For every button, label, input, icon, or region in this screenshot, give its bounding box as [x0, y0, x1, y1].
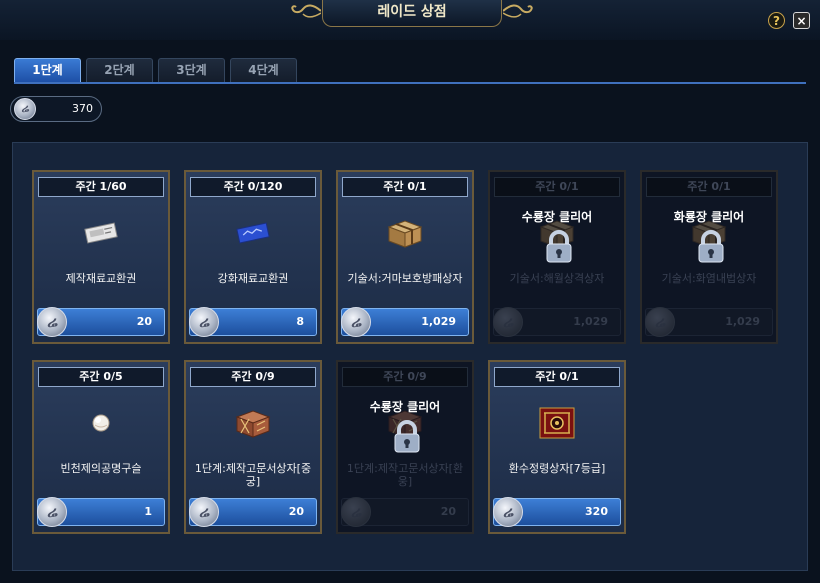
item-price: 1,029: [725, 315, 760, 328]
weekly-limit: 주간 0/1: [494, 177, 620, 197]
lock-icon: [696, 230, 726, 264]
ornament-right-icon: [503, 4, 533, 18]
raid-coin-icon: ሬ: [645, 307, 675, 337]
crate-icon: [235, 407, 271, 439]
title-plate: 레이드 상점: [291, 0, 533, 27]
weekly-limit: 주간 0/5: [38, 367, 164, 387]
shop-item-card[interactable]: 주간 0/5 빈천제의공명구슬 ሬ 1: [32, 360, 170, 534]
weekly-limit: 주간 0/1: [646, 177, 772, 197]
box-icon: [387, 217, 423, 249]
buy-button: ሬ 1,029: [493, 307, 621, 337]
buy-button[interactable]: ሬ1: [37, 497, 165, 527]
close-button[interactable]: ×: [793, 12, 810, 29]
raid-shop-window: 레이드 상점 ? × 1단계 2단계 3단계 4단계 ሬ 370 주간 1/60…: [0, 0, 820, 583]
item-name: 제작재료교환권: [65, 272, 137, 285]
unlock-requirement: 화룡장 클리어: [673, 210, 745, 224]
buy-button[interactable]: ሬ 320: [493, 497, 621, 527]
item-name: 빈천제의공명구슬: [60, 462, 142, 475]
item-price: 1,029: [573, 315, 608, 328]
raid-coin-icon: ሬ: [341, 497, 371, 527]
weekly-limit: 주간 0/9: [342, 367, 468, 387]
raid-coin-icon: ሬ: [493, 497, 523, 527]
currency-amount: 370: [72, 102, 93, 115]
item-name: 기술서:해월상격상자: [509, 272, 605, 285]
help-button[interactable]: ?: [768, 12, 785, 29]
weekly-limit: 주간 0/120: [190, 177, 316, 197]
raid-coin-icon: ሬ: [37, 497, 67, 527]
item-price: 1,029: [421, 315, 456, 328]
tab-underline: [14, 82, 806, 84]
blue-ticket-icon: [235, 217, 271, 249]
item-name: 기술서:거마보호방패상자: [347, 272, 463, 285]
tab-stage-3[interactable]: 3단계: [158, 58, 225, 82]
item-name: 강화재료교환권: [217, 272, 289, 285]
ornament-left-icon: [291, 4, 321, 18]
tab-stage-1[interactable]: 1단계: [14, 58, 81, 82]
unlock-requirement: 수룡장 클리어: [369, 400, 441, 414]
shop-item-card[interactable]: 주간 0/120 강화재료교환권 ሬ 8: [184, 170, 322, 344]
weekly-limit: 주간 0/1: [342, 177, 468, 197]
item-name: 1단계:제작고문서상자[중궁]: [194, 462, 312, 488]
item-name: 환수정령상자[7등급]: [508, 462, 606, 475]
orb-icon: [83, 407, 119, 439]
currency-display: ሬ 370: [10, 96, 102, 122]
unlock-requirement: 수룡장 클리어: [521, 210, 593, 224]
weekly-limit: 주간 1/60: [38, 177, 164, 197]
raid-coin-icon: ሬ: [189, 497, 219, 527]
raid-coin-icon: ሬ: [37, 307, 67, 337]
buy-button: ሬ 1,029: [645, 307, 773, 337]
title-bar: 레이드 상점 ? ×: [0, 0, 820, 40]
weekly-limit: 주간 0/1: [494, 367, 620, 387]
weekly-limit: 주간 0/9: [190, 367, 316, 387]
item-price: 320: [585, 505, 608, 518]
item-price: 20: [288, 505, 304, 518]
item-price: 1: [144, 505, 152, 518]
ticket-icon: [83, 217, 119, 249]
shop-item-card[interactable]: 주간 1/60 제작재료교환권 ሬ 20: [32, 170, 170, 344]
buy-button[interactable]: ሬ 1,029: [341, 307, 469, 337]
buy-button: ሬ 20: [341, 497, 469, 527]
raid-coin-icon: ሬ: [189, 307, 219, 337]
lock-icon: [392, 420, 422, 454]
shop-item-card: 주간 0/1 기술서:화염내법상자 ሬ 1,029 화룡장 클리어: [640, 170, 778, 344]
buy-button[interactable]: ሬ 20: [189, 497, 317, 527]
shop-item-card[interactable]: 주간 0/1 환수정령상자[7등급] ሬ 320: [488, 360, 626, 534]
tab-stage-4[interactable]: 4단계: [230, 58, 297, 82]
item-price: 20: [136, 315, 152, 328]
tab-stage-2[interactable]: 2단계: [86, 58, 153, 82]
buy-button[interactable]: ሬ 20: [37, 307, 165, 337]
buy-button[interactable]: ሬ8: [189, 307, 317, 337]
shop-item-card[interactable]: 주간 0/9 1단계:제작고문서상자[중궁] ሬ 20: [184, 360, 322, 534]
raid-coin-icon: ሬ: [14, 98, 36, 120]
lock-icon: [544, 230, 574, 264]
shop-item-card: 주간 0/9 1단계:제작고문서상자[환웅] ሬ 20 수룡장 클리어: [336, 360, 474, 534]
shop-item-card: 주간 0/1 기술서:해월상격상자 ሬ 1,029 수룡장 클리어: [488, 170, 626, 344]
item-name: 기술서:화염내법상자: [661, 272, 757, 285]
raid-coin-icon: ሬ: [341, 307, 371, 337]
spirit-box-icon: [539, 407, 575, 439]
shop-item-card[interactable]: 주간 0/1 기술서:거마보호방패상자 ሬ 1,029: [336, 170, 474, 344]
item-name: 1단계:제작고문서상자[환웅]: [346, 462, 464, 488]
window-title: 레이드 상점: [377, 4, 447, 20]
item-price: 20: [440, 505, 456, 518]
raid-coin-icon: ሬ: [493, 307, 523, 337]
item-price: 8: [296, 315, 304, 328]
